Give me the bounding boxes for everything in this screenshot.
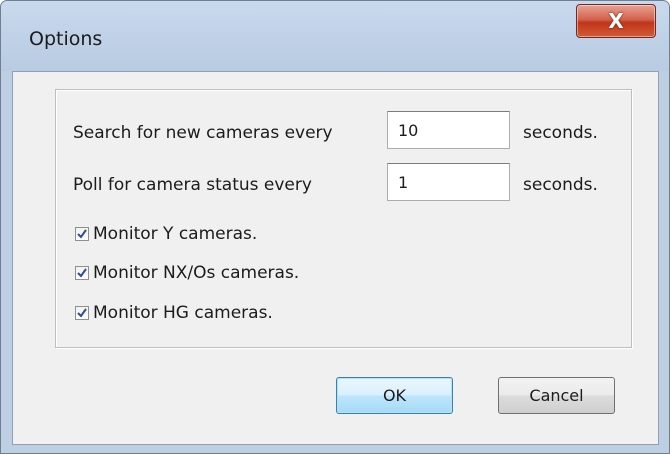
checkmark-icon — [77, 229, 87, 239]
monitor-nxos-checkbox[interactable] — [75, 266, 89, 280]
monitor-nxos-label: Monitor NX/Os cameras. — [93, 263, 300, 283]
poll-interval-unit: seconds. — [523, 175, 598, 195]
monitor-hg-label: Monitor HG cameras. — [93, 303, 273, 323]
title-bar[interactable]: Options X — [1, 1, 669, 71]
monitor-hg-checkbox[interactable] — [75, 306, 89, 320]
poll-interval-input[interactable] — [387, 163, 510, 201]
monitor-hg-checkbox-row[interactable]: Monitor HG cameras. — [75, 301, 273, 325]
monitor-y-checkbox-row[interactable]: Monitor Y cameras. — [75, 222, 257, 246]
dialog-body: Search for new cameras every seconds. Po… — [12, 71, 659, 445]
ok-button[interactable]: OK — [336, 377, 453, 414]
monitor-nxos-checkbox-row[interactable]: Monitor NX/Os cameras. — [75, 261, 299, 285]
close-button[interactable]: X — [576, 4, 656, 38]
options-dialog: Options X Search for new cameras every s… — [0, 0, 670, 454]
monitor-y-checkbox[interactable] — [75, 227, 89, 241]
poll-interval-label: Poll for camera status every — [73, 175, 312, 195]
checkmark-icon — [77, 308, 87, 318]
window-title: Options — [29, 28, 103, 50]
monitor-y-label: Monitor Y cameras. — [93, 224, 258, 244]
search-interval-label: Search for new cameras every — [73, 123, 333, 143]
cancel-button[interactable]: Cancel — [498, 377, 615, 414]
search-interval-unit: seconds. — [523, 123, 598, 143]
checkmark-icon — [77, 268, 87, 278]
close-icon: X — [608, 9, 624, 33]
search-interval-input[interactable] — [387, 111, 510, 149]
